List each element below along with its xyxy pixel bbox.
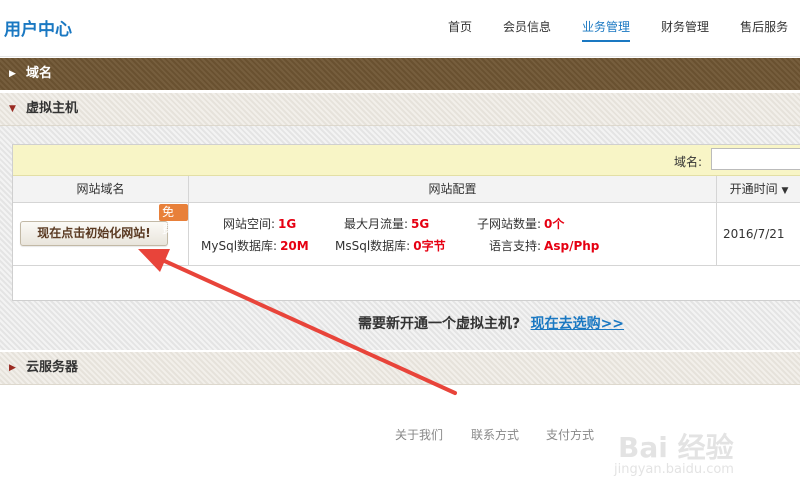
watermark-main: Bai 经验 — [618, 431, 734, 464]
spec-monthly-traffic: 最大月流量: 5G — [344, 215, 429, 232]
spec-value: 1G — [278, 217, 297, 231]
triangle-right-icon: ▶ — [9, 363, 16, 373]
section-cloud-label: 云服务器 — [26, 360, 79, 375]
column-header-domain: 网站域名 — [13, 176, 189, 202]
column-header-open-time[interactable]: 开通时间 ▼ — [717, 176, 800, 202]
section-vhost-bar[interactable]: ▼ 虚拟主机 — [0, 93, 800, 126]
spec-value: 20M — [280, 239, 309, 253]
table-header: 网站域名 网站配置 开通时间 ▼ — [13, 176, 800, 203]
watermark-sub: jingyan.baidu.com — [614, 462, 734, 477]
brand-title[interactable]: 用户中心 — [4, 15, 72, 40]
main-nav: 首页 会员信息 业务管理 财务管理 售后服务 — [448, 0, 800, 56]
footer-link-about[interactable]: 关于我们 — [395, 426, 443, 443]
sort-down-icon: ▼ — [781, 186, 789, 196]
domain-search-label: 域名: — [674, 155, 703, 169]
spec-web-space: 网站空间: 1G — [223, 215, 296, 232]
spec-key: 子网站数量: — [477, 217, 542, 231]
spec-key: 语言支持: — [489, 239, 542, 253]
spec-mssql: MsSql数据库: 0字节 — [335, 237, 446, 254]
section-cloud-bar[interactable]: ▶ 云服务器 — [0, 352, 800, 385]
init-site-button[interactable]: 现在点击初始化网站! — [20, 221, 168, 246]
cell-config: 网站空间: 1G 最大月流量: 5G 子网站数量: 0个 MySql数据库: 20M M… — [189, 203, 717, 265]
vhost-table-panel: 域名: 网站域名 网站配置 开通时间 ▼ 现在点击初始化网站! 免费 网站空间:… — [12, 144, 800, 301]
section-domain-label: 域名 — [26, 66, 53, 81]
cell-open-time: 2016/7/21 — [723, 227, 785, 241]
nav-item-member-info[interactable]: 会员信息 — [503, 0, 551, 54]
nav-item-finance[interactable]: 财务管理 — [661, 0, 709, 54]
spec-mysql: MySql数据库: 20M — [201, 237, 309, 254]
spec-value: 5G — [411, 217, 430, 231]
section-domain-bar[interactable]: ▶ 域名 — [0, 58, 800, 90]
vhost-panel-area: 域名: 网站域名 网站配置 开通时间 ▼ 现在点击初始化网站! 免费 网站空间:… — [0, 126, 800, 350]
column-header-config: 网站配置 — [189, 176, 717, 202]
footer-link-contact[interactable]: 联系方式 — [471, 426, 519, 443]
triangle-right-icon: ▶ — [9, 69, 16, 79]
spec-key: MsSql数据库: — [335, 239, 411, 253]
nav-item-after-sales[interactable]: 售后服务 — [740, 0, 788, 54]
table-row: 现在点击初始化网站! 免费 网站空间: 1G 最大月流量: 5G 子网站数量: 0个 … — [13, 203, 800, 266]
spec-subsite-count: 子网站数量: 0个 — [477, 215, 564, 232]
spec-key: MySql数据库: — [201, 239, 278, 253]
column-header-open-time-label: 开通时间 — [729, 182, 778, 196]
top-header: 用户中心 首页 会员信息 业务管理 财务管理 售后服务 — [0, 0, 800, 57]
spec-value: Asp/Php — [544, 239, 600, 253]
spec-value: 0个 — [544, 217, 565, 231]
nav-item-home[interactable]: 首页 — [448, 0, 472, 54]
domain-search-input[interactable] — [711, 148, 800, 170]
free-badge: 免费 — [159, 204, 188, 236]
search-strip: 域名: — [13, 145, 800, 176]
spec-key: 最大月流量: — [344, 217, 409, 231]
buy-now-link[interactable]: 现在去选购>> — [531, 316, 624, 332]
footer-link-payment[interactable]: 支付方式 — [546, 426, 594, 443]
spec-key: 网站空间: — [223, 217, 276, 231]
spec-value: 0字节 — [413, 239, 446, 253]
promo-text: 需要新开通一个虚拟主机? — [358, 316, 521, 332]
cell-domain: 现在点击初始化网站! 免费 — [13, 203, 189, 265]
promo-line: 需要新开通一个虚拟主机? 现在去选购>> — [358, 313, 624, 333]
baidu-jingyan-watermark-logo: Bai 经验 jingyan.baidu.com — [612, 426, 792, 486]
triangle-down-icon: ▼ — [9, 104, 16, 114]
nav-item-business[interactable]: 业务管理 — [582, 0, 631, 42]
spec-language: 语言支持: Asp/Php — [489, 237, 599, 254]
section-vhost-label: 虚拟主机 — [26, 101, 79, 116]
